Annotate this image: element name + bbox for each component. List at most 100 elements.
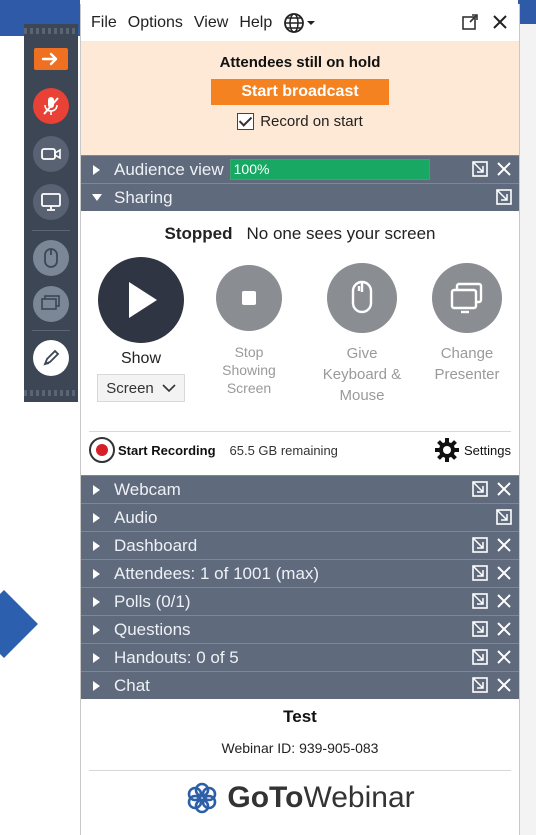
section-label: Handouts: 0 of 5 [114, 647, 239, 667]
expand-triangle-icon [93, 540, 100, 551]
change-presenter-button[interactable] [432, 263, 502, 333]
show-play-button[interactable] [98, 257, 184, 343]
language-globe-icon[interactable] [283, 12, 317, 34]
webinar-id: Webinar ID: 939-905-083 [221, 740, 379, 756]
popout-icon[interactable] [471, 592, 489, 610]
collapse-panel-arrow-icon[interactable] [34, 48, 68, 70]
broadcast-hold-area: Attendees still on hold Start broadcast … [81, 41, 519, 155]
screen-select[interactable]: Screen [97, 374, 185, 402]
keyboard-mouse-icon[interactable] [33, 240, 69, 276]
section-label: Audio [114, 507, 158, 527]
close-icon[interactable] [495, 160, 513, 178]
section-audience-view[interactable]: Audience view 100% [81, 155, 519, 183]
section-sharing[interactable]: Sharing [81, 183, 519, 211]
gotowebinar-logo: GoToWebinar [81, 781, 519, 815]
popout-window-icon[interactable] [461, 13, 479, 36]
give-label-2: Keyboard & [322, 366, 402, 383]
control-panel: File Options View Help Attendees still o… [80, 4, 520, 835]
close-icon[interactable] [495, 592, 513, 610]
popout-icon[interactable] [471, 480, 489, 498]
menu-help[interactable]: Help [239, 14, 272, 32]
storage-remaining: 65.5 GB remaining [229, 442, 338, 458]
popout-icon[interactable] [471, 564, 489, 582]
section-label: Dashboard [114, 535, 198, 555]
close-window-icon[interactable] [491, 13, 509, 36]
audience-view-label: Audience view [114, 159, 224, 179]
mouse-icon [351, 280, 373, 314]
menu-view[interactable]: View [194, 14, 228, 32]
close-icon[interactable] [495, 564, 513, 582]
close-icon[interactable] [495, 536, 513, 554]
webcam-icon[interactable] [33, 136, 69, 172]
expand-triangle-icon [93, 568, 100, 579]
recording-row: Start Recording 65.5 GB remaining Settin… [89, 431, 511, 468]
audience-view-progress: 100% [229, 159, 430, 180]
section-label: Chat [114, 675, 150, 695]
close-icon[interactable] [495, 480, 513, 498]
sharing-status-text: No one sees your screen [246, 224, 436, 243]
sharing-label: Sharing [114, 187, 173, 207]
hold-status-title: Attendees still on hold [219, 54, 381, 71]
popout-icon[interactable] [471, 620, 489, 638]
stop-label-1: Stop [234, 344, 264, 360]
change-label-2: Presenter [434, 366, 500, 383]
give-label-1: Give [346, 345, 378, 362]
sharing-status: Stopped No one sees your screen [81, 211, 519, 244]
footer: Test Webinar ID: 939-905-083 GoToWebinar [81, 707, 519, 815]
stop-label-3: Screen [226, 380, 272, 396]
section-dashboard[interactable]: Dashboard [81, 531, 519, 559]
close-icon[interactable] [495, 648, 513, 666]
start-recording-label[interactable]: Start Recording [118, 443, 216, 458]
expand-triangle-icon [93, 512, 100, 523]
section-webcam[interactable]: Webcam [81, 475, 519, 503]
popout-icon[interactable] [471, 160, 489, 178]
section-attendees[interactable]: Attendees: 1 of 1001 (max) [81, 559, 519, 587]
popout-icon[interactable] [495, 508, 513, 526]
decorative-arrow-shape [0, 590, 38, 660]
section-chat[interactable]: Chat [81, 671, 519, 699]
toolbar-drag-handle[interactable] [24, 28, 78, 34]
record-on-start-checkbox[interactable] [237, 113, 255, 130]
collapse-triangle-icon [92, 194, 102, 201]
expand-triangle-icon [93, 652, 100, 663]
presenter-screens-icon [450, 282, 483, 314]
expand-triangle-icon [93, 596, 100, 607]
section-polls[interactable]: Polls (0/1) [81, 587, 519, 615]
control-toolbar [24, 24, 78, 402]
menu-bar: File Options View Help [81, 4, 519, 41]
webinar-name: Test [283, 707, 317, 726]
screen-share-icon[interactable] [33, 184, 69, 220]
popout-icon[interactable] [495, 188, 513, 206]
recording-settings[interactable]: Settings [434, 437, 511, 463]
expand-triangle-icon [93, 624, 100, 635]
stop-showing-group: Stop Showing Screen [199, 257, 299, 397]
give-keyboard-mouse-button[interactable] [327, 263, 397, 333]
change-presenter-icon[interactable] [33, 286, 69, 322]
record-on-start-label: Record on start [260, 113, 363, 130]
section-audio[interactable]: Audio [81, 503, 519, 531]
section-label: Polls (0/1) [114, 591, 191, 611]
expand-triangle-icon [93, 164, 100, 175]
change-presenter-group: Change Presenter [417, 257, 517, 385]
popout-icon[interactable] [471, 676, 489, 694]
popout-icon[interactable] [471, 536, 489, 554]
gear-icon [435, 438, 460, 462]
sharing-status-bold: Stopped [164, 224, 233, 243]
section-label: Webcam [114, 479, 181, 499]
popout-icon[interactable] [471, 648, 489, 666]
microphone-muted-icon[interactable] [33, 88, 69, 124]
give-label-3: Mouse [339, 387, 385, 404]
start-recording-button[interactable] [89, 437, 115, 463]
stop-showing-button[interactable] [216, 265, 282, 331]
menu-file[interactable]: File [91, 14, 117, 32]
stop-label-2: Showing [222, 362, 276, 378]
close-icon[interactable] [495, 676, 513, 694]
expand-triangle-icon [93, 680, 100, 691]
section-handouts[interactable]: Handouts: 0 of 5 [81, 643, 519, 671]
menu-options[interactable]: Options [128, 14, 183, 32]
start-broadcast-button[interactable]: Start broadcast [211, 79, 389, 105]
close-icon[interactable] [495, 620, 513, 638]
section-questions[interactable]: Questions [81, 615, 519, 643]
drawing-pen-icon[interactable] [33, 340, 69, 376]
give-keyboard-mouse-group: Give Keyboard & Mouse [312, 257, 412, 406]
